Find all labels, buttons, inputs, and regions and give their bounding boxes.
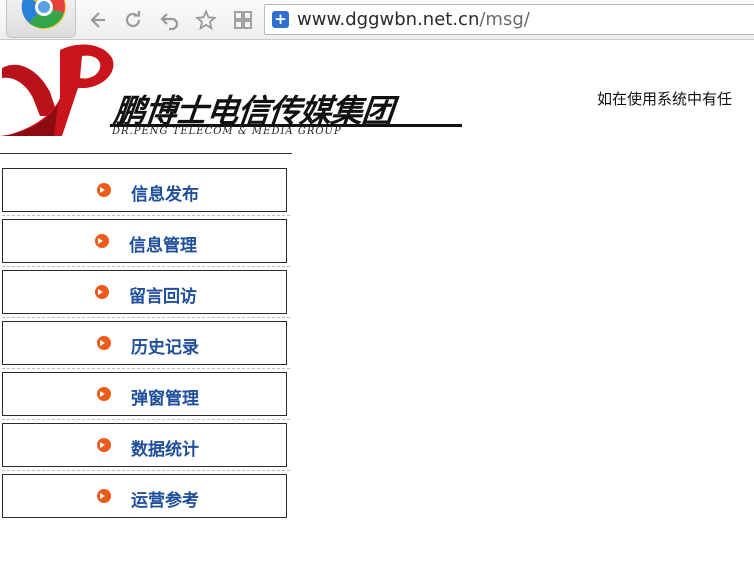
menu-item-operations-reference[interactable]: 运营参考 [2, 474, 287, 518]
star-icon[interactable] [195, 9, 217, 31]
menu-divider [2, 470, 290, 471]
menu-item-info-manage[interactable]: 信息管理 [2, 219, 287, 263]
url-text[interactable]: www.dggwbn.net.cn/msg/ [297, 9, 530, 30]
apps-icon[interactable] [232, 9, 254, 31]
menu-item-label: 留言回访 [129, 287, 197, 307]
menu-item-history[interactable]: 历史记录 [2, 321, 287, 365]
undo-icon[interactable] [159, 9, 181, 31]
menu-item-label: 信息管理 [129, 236, 197, 256]
arrow-bullet-icon [97, 336, 111, 350]
menu-divider [2, 215, 290, 216]
menu-item-label: 历史记录 [131, 338, 199, 358]
company-logo-icon [0, 40, 120, 140]
menu-item-label: 数据统计 [131, 440, 199, 460]
menu-item-info-publish[interactable]: 信息发布 [2, 168, 287, 212]
company-subtitle: DR.PENG TELECOM & MEDIA GROUP [112, 126, 342, 137]
arrow-bullet-icon [97, 438, 111, 452]
browser-logo-icon[interactable] [6, 0, 76, 38]
menu-divider [2, 266, 290, 267]
url-host: www.dggwbn.net.cn [297, 9, 480, 30]
menu-item-statistics[interactable]: 数据统计 [2, 423, 287, 467]
browser-toolbar: + www.dggwbn.net.cn/msg/ [0, 0, 754, 40]
menu-item-popup-manage[interactable]: 弹窗管理 [2, 372, 287, 416]
arrow-bullet-icon [95, 285, 109, 299]
header-divider [0, 153, 292, 154]
arrow-bullet-icon [97, 183, 111, 197]
address-bar[interactable]: + www.dggwbn.net.cn/msg/ [264, 4, 754, 35]
menu-item-label: 弹窗管理 [131, 389, 199, 409]
arrow-bullet-icon [97, 489, 111, 503]
site-shield-icon: + [272, 11, 289, 28]
url-path: /msg/ [479, 9, 530, 30]
menu-item-label: 信息发布 [131, 185, 199, 205]
menu-divider [2, 317, 290, 318]
arrow-bullet-icon [95, 234, 109, 248]
notice-text: 如在使用系统中有任 [597, 90, 733, 108]
menu-divider [2, 368, 290, 369]
arrow-bullet-icon [97, 387, 111, 401]
menu-item-message-followup[interactable]: 留言回访 [2, 270, 287, 314]
reload-icon[interactable] [122, 9, 144, 31]
back-icon[interactable] [86, 9, 108, 31]
menu-divider [2, 419, 290, 420]
menu-item-label: 运营参考 [131, 491, 199, 511]
